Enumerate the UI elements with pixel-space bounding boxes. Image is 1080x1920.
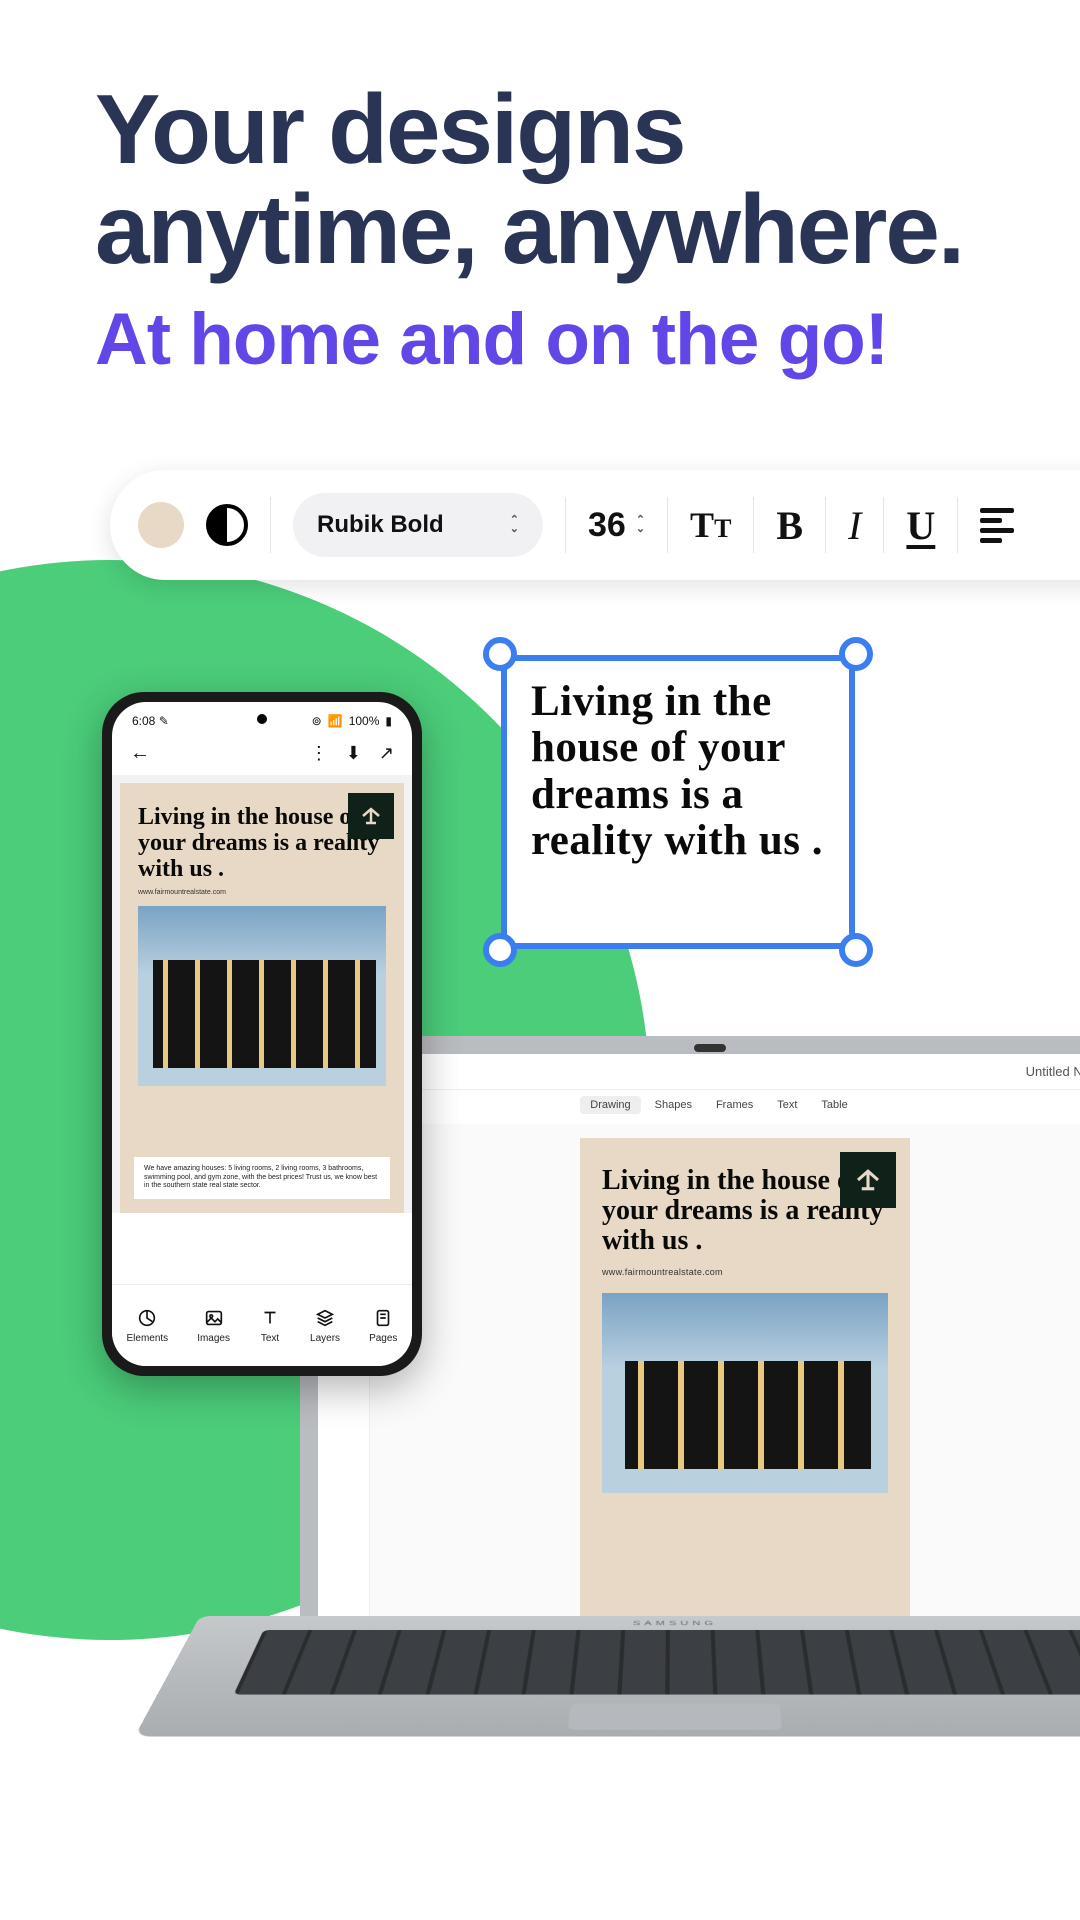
design-url: www.fairmountrealstate.com	[138, 889, 386, 896]
case-button[interactable]: TT	[690, 504, 731, 546]
laptop-brand: SAMSUNG	[633, 1620, 718, 1626]
phone-camera-icon	[257, 714, 267, 724]
phone-topbar: ← ⋮ ⬇ ↗	[112, 728, 412, 775]
tab-table[interactable]: Table	[811, 1096, 857, 1114]
design-photo	[138, 906, 386, 1086]
document-name[interactable]: Untitled Name	[1026, 1064, 1080, 1079]
brand-logo	[840, 1152, 896, 1208]
resize-handle-br[interactable]	[839, 933, 873, 967]
resize-handle-tl[interactable]	[483, 637, 517, 671]
brand-logo	[348, 793, 394, 839]
signal-icon: 📶	[328, 714, 343, 728]
elements-icon	[136, 1307, 158, 1329]
resize-handle-tr[interactable]	[839, 637, 873, 671]
download-icon[interactable]: ⬇	[346, 743, 361, 764]
tab-images[interactable]: Images	[197, 1307, 230, 1344]
text-box[interactable]: Living in the house of your dreams is a …	[501, 655, 855, 949]
italic-button[interactable]: I	[848, 502, 861, 549]
separator	[667, 497, 668, 553]
font-picker[interactable]: Rubik Bold ⌃⌄	[293, 493, 543, 557]
font-size-stepper[interactable]: 36 ⌃⌄	[588, 506, 645, 545]
phone-mockup: 6:08 ✎ ⊚ 📶 100% ▮ ← ⋮ ⬇ ↗	[102, 692, 422, 1376]
tab-text[interactable]: Text	[767, 1096, 807, 1114]
tab-drawing[interactable]: Drawing	[580, 1096, 640, 1114]
design-card[interactable]: Living in the house of your dreams is a …	[120, 783, 404, 1213]
desktop-app: ↺ ↶ ↷ Untitled Name Drawing Shapes Frame…	[318, 1054, 1080, 1616]
tab-label: Layers	[310, 1333, 340, 1344]
tab-label: Images	[197, 1333, 230, 1344]
phone-bottom-tabs: Elements Images Text Layers Pages	[112, 1284, 412, 1366]
tab-label: Pages	[369, 1333, 397, 1344]
separator	[270, 497, 271, 553]
webcam-icon	[694, 1044, 726, 1052]
category-tabs: Drawing Shapes Frames Text Table	[318, 1090, 1080, 1120]
separator	[825, 497, 826, 553]
hero-title: Your designs anytime, anywhere.	[95, 80, 1040, 280]
text-selection[interactable]: Living in the house of your dreams is a …	[483, 637, 873, 967]
hero: Your designs anytime, anywhere. At home …	[95, 80, 1040, 381]
desktop-topbar: ↺ ↶ ↷ Untitled Name	[318, 1054, 1080, 1090]
layers-icon	[314, 1307, 336, 1329]
tab-label: Text	[261, 1333, 279, 1344]
back-icon[interactable]: ←	[130, 742, 150, 765]
tab-layers[interactable]: Layers	[310, 1307, 340, 1344]
battery-icon: ▮	[385, 714, 392, 728]
status-time: 6:08 ✎	[132, 714, 169, 728]
share-icon[interactable]: ↗	[379, 743, 394, 764]
resize-handle-bl[interactable]	[483, 933, 517, 967]
tab-elements[interactable]: Elements	[127, 1307, 169, 1344]
align-left-icon[interactable]	[980, 508, 1014, 543]
color-swatch[interactable]	[138, 502, 184, 548]
tab-shapes[interactable]: Shapes	[645, 1096, 702, 1114]
stepper-icon: ⌃⌄	[636, 516, 645, 534]
wifi-icon: ⊚	[312, 714, 322, 728]
keyboard	[234, 1630, 1080, 1695]
text-toolbar: Rubik Bold ⌃⌄ 36 ⌃⌄ TT B I U	[110, 470, 1080, 580]
font-name: Rubik Bold	[317, 511, 444, 539]
hero-line1: Your designs	[95, 74, 685, 184]
pages-icon	[372, 1307, 394, 1329]
trackpad	[568, 1703, 783, 1729]
stepper-icon: ⌃⌄	[510, 516, 519, 534]
hero-line2: anytime, anywhere.	[95, 174, 963, 284]
font-size-value: 36	[588, 506, 626, 545]
design-caption: We have amazing houses: 5 living rooms, …	[134, 1157, 390, 1199]
tab-label: Elements	[127, 1333, 169, 1344]
design-card[interactable]: Living in the house of your dreams is a …	[580, 1138, 910, 1616]
images-icon	[203, 1307, 225, 1329]
separator	[565, 497, 566, 553]
separator	[753, 497, 754, 553]
desktop-canvas[interactable]: Living in the house of your dreams is a …	[370, 1124, 1080, 1616]
text-icon	[259, 1307, 281, 1329]
hero-subtitle: At home and on the go!	[95, 298, 1040, 381]
phone-canvas[interactable]: Living in the house of your dreams is a …	[112, 775, 412, 1213]
separator	[957, 497, 958, 553]
bold-button[interactable]: B	[776, 502, 803, 549]
design-photo	[602, 1293, 888, 1493]
phone-screen: 6:08 ✎ ⊚ 📶 100% ▮ ← ⋮ ⬇ ↗	[112, 702, 412, 1366]
underline-button[interactable]: U	[906, 502, 935, 549]
tab-pages[interactable]: Pages	[369, 1307, 397, 1344]
laptop-base: SAMSUNG	[135, 1616, 1080, 1737]
contrast-icon[interactable]	[206, 504, 248, 546]
battery-label: 100%	[349, 714, 380, 728]
separator	[883, 497, 884, 553]
design-url: www.fairmountrealstate.com	[602, 1267, 888, 1277]
tab-frames[interactable]: Frames	[706, 1096, 763, 1114]
text-content[interactable]: Living in the house of your dreams is a …	[531, 679, 825, 865]
tab-text[interactable]: Text	[259, 1307, 281, 1344]
more-icon[interactable]: ⋮	[310, 743, 328, 764]
